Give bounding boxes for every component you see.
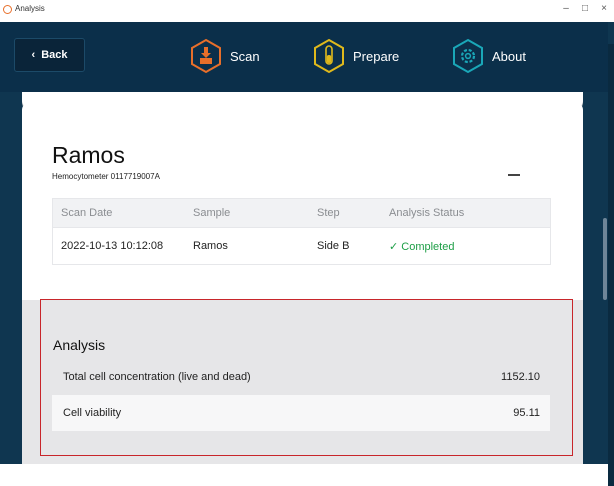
cell-status-completed: ✓ Completed	[389, 240, 455, 253]
scan-icon	[191, 38, 221, 74]
header-sample: Sample	[193, 207, 231, 219]
nav-prepare-label: Prepare	[353, 48, 400, 64]
window-titlebar: Analysis – □ ×	[0, 0, 614, 23]
nav-about-label: About	[492, 48, 526, 64]
cell-scan-date: 2022-10-13 10:12:08	[61, 240, 164, 252]
nav-prepare[interactable]: Prepare	[311, 38, 399, 74]
sample-title: Ramos	[52, 142, 125, 168]
prepare-icon	[314, 38, 344, 74]
app-logo-icon	[3, 5, 12, 14]
cell-sample: Ramos	[193, 240, 228, 252]
collapse-button[interactable]	[508, 174, 520, 176]
scan-table: Scan Date Sample Step Analysis Status 20…	[52, 198, 551, 265]
window-title: Analysis	[15, 4, 45, 13]
table-header-row: Scan Date Sample Step Analysis Status	[52, 198, 551, 228]
sample-subtitle: Hemocytometer 0117719007A	[52, 172, 160, 181]
maximize-button[interactable]: □	[578, 3, 592, 14]
nav-about[interactable]: About	[450, 38, 526, 74]
cell-step: Side B	[317, 240, 350, 252]
nav-scan-label: Scan	[230, 48, 260, 64]
chevron-left-icon: ‹	[31, 49, 36, 61]
minimize-button[interactable]: –	[559, 3, 573, 14]
nav-scan[interactable]: Scan	[188, 38, 260, 74]
top-navbar: ‹ Back Scan Prepare About	[0, 22, 608, 92]
back-button-label: Back	[41, 49, 68, 61]
about-gear-icon	[453, 38, 483, 74]
header-step: Step	[317, 207, 340, 219]
window-right-edge	[608, 44, 614, 486]
table-row[interactable]: 2022-10-13 10:12:08 Ramos Side B ✓ Compl…	[52, 228, 551, 265]
highlight-box	[40, 299, 573, 456]
back-button[interactable]: ‹ Back	[14, 38, 85, 72]
header-analysis-status: Analysis Status	[389, 207, 465, 219]
header-scan-date: Scan Date	[61, 207, 113, 219]
scrollbar-thumb[interactable]	[603, 218, 607, 300]
close-button[interactable]: ×	[597, 3, 611, 14]
